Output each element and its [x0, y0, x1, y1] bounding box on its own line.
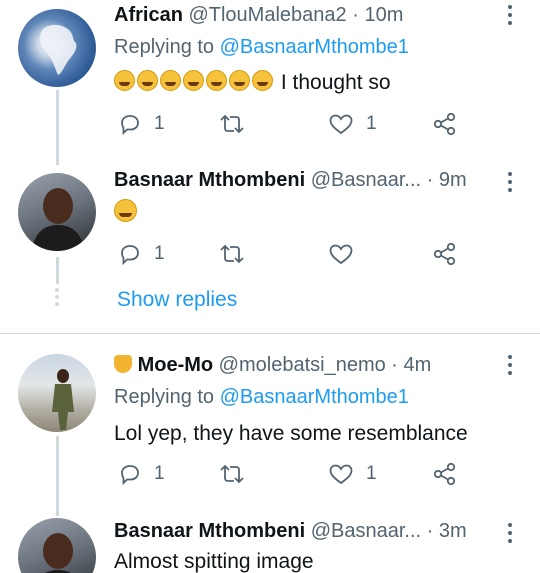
user-handle[interactable]: @TlouMalebana2 [188, 4, 346, 26]
reply-button[interactable]: 1 [118, 109, 165, 139]
tweet-header: African @TlouMalebana2 · 10m [114, 4, 403, 27]
person-photo-icon [32, 188, 84, 251]
emoji-row [114, 70, 275, 94]
thread-line [56, 436, 59, 516]
separator-dot: · [391, 354, 398, 376]
separator-dot: · [426, 520, 434, 542]
like-count: 1 [366, 113, 377, 134]
avatar-moe-mo[interactable] [18, 354, 96, 432]
mention-link[interactable]: @BasnaarMthombe1 [220, 386, 409, 408]
display-name[interactable]: African [114, 4, 183, 26]
timestamp[interactable]: 9m [439, 169, 467, 191]
tweet-body: I thought so [280, 71, 391, 94]
person-photo-icon [43, 533, 73, 573]
tweet-text [114, 199, 139, 226]
replying-to: Replying to @BasnaarMthombe1 [114, 36, 409, 59]
rolling-laughing-emoji-icon [206, 70, 227, 91]
user-handle[interactable]: @molebatsi_nemo [219, 354, 386, 376]
rolling-laughing-emoji-icon [183, 70, 204, 91]
display-name[interactable]: Moe-Mo [138, 354, 214, 376]
share-icon [433, 112, 456, 136]
heart-icon [329, 464, 353, 485]
tweet-1[interactable]: African @TlouMalebana2 · 10m Replying to… [0, 0, 540, 165]
reply-count: 1 [154, 463, 165, 484]
more-options-icon[interactable] [508, 523, 514, 543]
tweet-actions: 1 1 [114, 459, 474, 489]
reply-icon [121, 115, 139, 136]
show-replies-link[interactable]: Show replies [117, 288, 237, 312]
share-button[interactable] [432, 109, 458, 139]
share-button[interactable] [432, 239, 458, 269]
user-handle[interactable]: @Basnaar... [311, 520, 421, 542]
tweet-actions: 1 1 [114, 109, 474, 139]
more-options-icon[interactable] [508, 5, 514, 25]
tweet-4[interactable]: Basnaar Mthombeni @Basnaar... · 3m Almos… [0, 510, 540, 573]
reply-icon [121, 465, 139, 486]
separator-dot: · [352, 4, 359, 26]
tweet-actions: 1 [114, 239, 474, 269]
africa-map-icon [40, 24, 77, 75]
retweet-button[interactable] [218, 459, 258, 489]
rolling-laughing-emoji-icon [137, 70, 158, 91]
share-icon [433, 242, 456, 266]
thread-collapsed-dots [55, 288, 59, 306]
replying-to-label: Replying to [114, 386, 215, 408]
tweet-header: Moe-Mo @molebatsi_nemo · 4m [114, 354, 431, 377]
person-beach-photo-icon [52, 369, 74, 430]
retweet-icon [220, 114, 244, 134]
reply-count: 1 [154, 243, 165, 264]
thread-line [56, 257, 59, 284]
display-name[interactable]: Basnaar Mthombeni [114, 520, 305, 542]
reply-button[interactable]: 1 [118, 459, 165, 489]
tweet-header: Basnaar Mthombeni @Basnaar... · 3m [114, 520, 467, 543]
rolling-laughing-emoji-icon [160, 70, 181, 91]
rolling-laughing-emoji-icon [114, 70, 135, 91]
reply-button[interactable]: 1 [118, 239, 165, 269]
avatar-basnaar[interactable] [18, 518, 96, 573]
reply-icon [121, 245, 139, 266]
like-button[interactable]: 1 [328, 109, 377, 139]
like-button[interactable] [328, 239, 366, 269]
grinning-emoji-icon [114, 199, 137, 222]
tweet-text: Almost spitting image [114, 550, 314, 573]
thread-divider [0, 333, 540, 334]
timestamp[interactable]: 10m [364, 4, 403, 26]
rolling-laughing-emoji-icon [229, 70, 250, 91]
replying-to: Replying to @BasnaarMthombe1 [114, 386, 409, 409]
heart-icon [329, 114, 353, 135]
rolling-laughing-emoji-icon [252, 70, 273, 91]
timestamp[interactable]: 3m [439, 520, 467, 542]
retweet-button[interactable] [218, 109, 258, 139]
display-name[interactable]: Basnaar Mthombeni [114, 169, 305, 191]
thread-line [56, 90, 59, 165]
backhand-index-down-emoji-icon [114, 355, 132, 373]
tweet-text: I thought so [114, 70, 391, 95]
separator-dot: · [426, 169, 434, 191]
tweet-header: Basnaar Mthombeni @Basnaar... · 9m [114, 169, 467, 192]
share-button[interactable] [432, 459, 458, 489]
more-options-icon[interactable] [508, 172, 514, 192]
tweet-2[interactable]: Basnaar Mthombeni @Basnaar... · 9m 1 Sho… [0, 165, 540, 335]
share-icon [433, 462, 456, 486]
like-button[interactable]: 1 [328, 459, 377, 489]
avatar-basnaar[interactable] [18, 173, 96, 251]
mention-link[interactable]: @BasnaarMthombe1 [220, 36, 409, 58]
retweet-icon [220, 464, 244, 484]
tweet-3[interactable]: Moe-Mo @molebatsi_nemo · 4m Replying to … [0, 340, 540, 516]
retweet-icon [220, 244, 244, 264]
reply-count: 1 [154, 113, 165, 134]
heart-icon [329, 244, 353, 265]
tweet-text: Lol yep, they have some resemblance [114, 422, 468, 445]
replying-to-label: Replying to [114, 36, 215, 58]
avatar-african[interactable] [18, 9, 96, 87]
user-handle[interactable]: @Basnaar... [311, 169, 421, 191]
more-options-icon[interactable] [508, 355, 514, 375]
timestamp[interactable]: 4m [404, 354, 432, 376]
retweet-button[interactable] [218, 239, 258, 269]
like-count: 1 [366, 463, 377, 484]
